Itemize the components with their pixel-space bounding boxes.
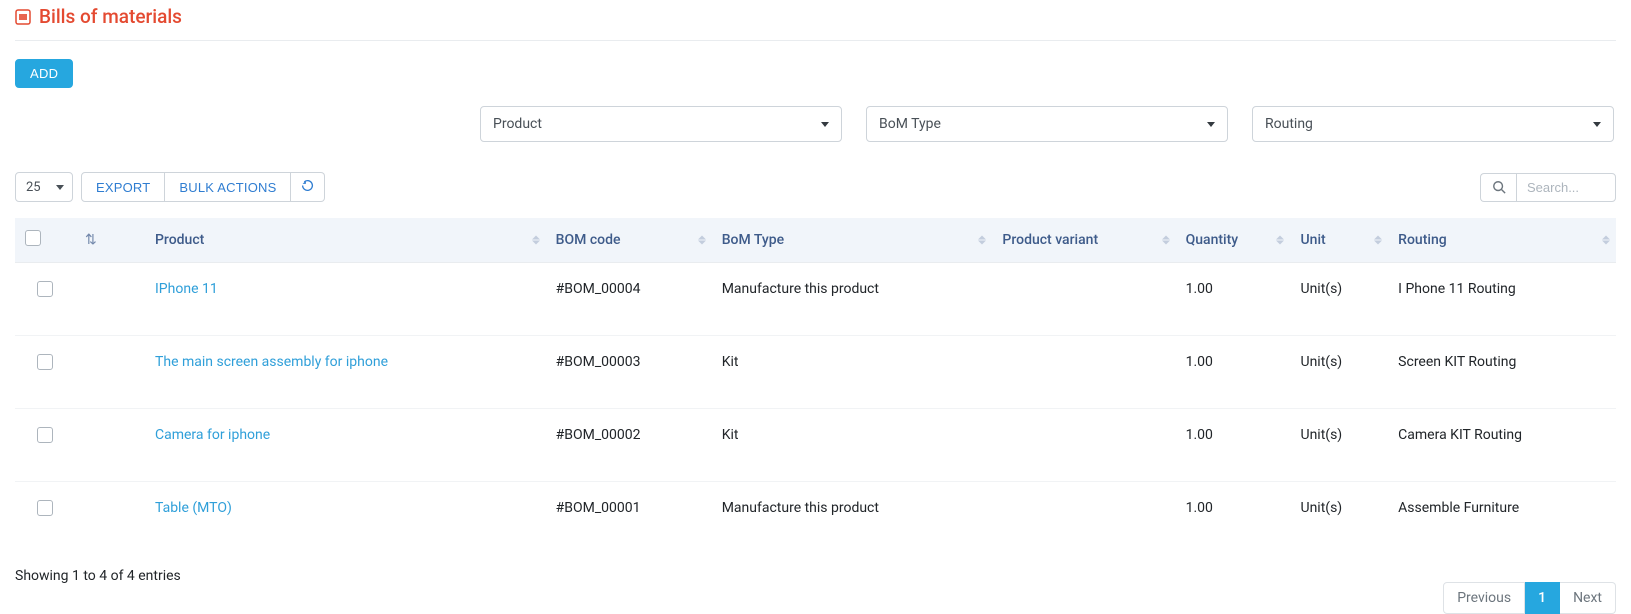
cell-unit: Unit(s) [1290, 409, 1388, 482]
th-select-all [15, 218, 75, 263]
page-title: Bills of materials [39, 5, 182, 28]
sort-icon [1162, 236, 1170, 245]
filter-row: Product BoM Type Routing [15, 106, 1616, 142]
bom-table: ⇅ Product BOM code BoM Type Product vari… [15, 218, 1616, 554]
sort-icon [1374, 236, 1382, 245]
pager-page-1[interactable]: 1 [1525, 582, 1560, 614]
cell-routing: I Phone 11 Routing [1388, 263, 1616, 336]
bom-page-icon [15, 9, 31, 25]
cell-bom-type: Kit [712, 409, 993, 482]
product-link[interactable]: Table (MTO) [155, 500, 232, 516]
pager-next[interactable]: Next [1560, 582, 1616, 614]
page-size-select[interactable]: 25 [15, 172, 73, 202]
table-row: The main screen assembly for iphone #BOM… [15, 336, 1616, 409]
product-link[interactable]: IPhone 11 [155, 281, 218, 297]
th-row-actions: ⇅ [75, 218, 145, 263]
sort-icon [1602, 236, 1610, 245]
refresh-button[interactable] [291, 172, 325, 202]
th-qty[interactable]: Quantity [1176, 218, 1291, 263]
cell-qty: 1.00 [1176, 336, 1291, 409]
search-group [1480, 173, 1616, 202]
cell-unit: Unit(s) [1290, 482, 1388, 555]
filter-routing[interactable]: Routing [1252, 106, 1614, 142]
page-size-value: 25 [26, 180, 41, 195]
sort-icon [532, 236, 540, 245]
cell-bom-code: #BOM_00004 [546, 263, 712, 336]
chevron-down-icon [1593, 122, 1601, 127]
select-all-checkbox[interactable] [25, 230, 41, 246]
th-bom-code[interactable]: BOM code [546, 218, 712, 263]
th-routing[interactable]: Routing [1388, 218, 1616, 263]
bulk-actions-button[interactable]: BULK ACTIONS [165, 172, 291, 202]
toolbar-button-group: EXPORT BULK ACTIONS [81, 172, 325, 202]
row-checkbox[interactable] [37, 427, 53, 443]
filter-routing-label: Routing [1265, 116, 1313, 132]
cell-unit: Unit(s) [1290, 336, 1388, 409]
th-product[interactable]: Product [145, 218, 546, 263]
cell-routing: Screen KIT Routing [1388, 336, 1616, 409]
search-button[interactable] [1480, 173, 1516, 202]
table-row: Camera for iphone #BOM_00002 Kit 1.00 Un… [15, 409, 1616, 482]
th-bom-type[interactable]: BoM Type [712, 218, 993, 263]
row-checkbox[interactable] [37, 354, 53, 370]
chevron-down-icon [56, 185, 64, 190]
pager-prev[interactable]: Previous [1443, 582, 1525, 614]
cell-routing: Assemble Furniture [1388, 482, 1616, 555]
cell-variant [992, 409, 1175, 482]
product-link[interactable]: Camera for iphone [155, 427, 270, 443]
cell-bom-code: #BOM_00001 [546, 482, 712, 555]
th-variant[interactable]: Product variant [992, 218, 1175, 263]
chevron-down-icon [1207, 122, 1215, 127]
cell-bom-code: #BOM_00002 [546, 409, 712, 482]
cell-unit: Unit(s) [1290, 263, 1388, 336]
cell-variant [992, 482, 1175, 555]
pager: Previous 1 Next [1443, 582, 1616, 614]
search-input[interactable] [1516, 173, 1616, 202]
filter-bom-type-label: BoM Type [879, 116, 941, 132]
cell-bom-code: #BOM_00003 [546, 336, 712, 409]
chevron-down-icon [821, 122, 829, 127]
sort-icon [1276, 236, 1284, 245]
table-row: Table (MTO) #BOM_00001 Manufacture this … [15, 482, 1616, 555]
add-button[interactable]: ADD [15, 59, 73, 88]
refresh-icon [301, 179, 314, 192]
product-link[interactable]: The main screen assembly for iphone [155, 354, 388, 370]
filter-product[interactable]: Product [480, 106, 842, 142]
page-header: Bills of materials [15, 5, 1616, 41]
export-button[interactable]: EXPORT [81, 172, 165, 202]
filter-bom-type[interactable]: BoM Type [866, 106, 1228, 142]
table-row: IPhone 11 #BOM_00004 Manufacture this pr… [15, 263, 1616, 336]
cell-bom-type: Kit [712, 336, 993, 409]
cell-routing: Camera KIT Routing [1388, 409, 1616, 482]
sort-icon: ⇅ [85, 232, 97, 248]
cell-variant [992, 263, 1175, 336]
filter-product-label: Product [493, 116, 542, 132]
table-toolbar: 25 EXPORT BULK ACTIONS [15, 172, 1616, 202]
cell-variant [992, 336, 1175, 409]
cell-bom-type: Manufacture this product [712, 263, 993, 336]
sort-icon [978, 236, 986, 245]
cell-qty: 1.00 [1176, 263, 1291, 336]
row-checkbox[interactable] [37, 281, 53, 297]
sort-icon [698, 236, 706, 245]
search-icon [1492, 180, 1506, 194]
cell-qty: 1.00 [1176, 482, 1291, 555]
th-unit[interactable]: Unit [1290, 218, 1388, 263]
cell-qty: 1.00 [1176, 409, 1291, 482]
cell-bom-type: Manufacture this product [712, 482, 993, 555]
table-info: Showing 1 to 4 of 4 entries [15, 568, 1616, 584]
row-checkbox[interactable] [37, 500, 53, 516]
